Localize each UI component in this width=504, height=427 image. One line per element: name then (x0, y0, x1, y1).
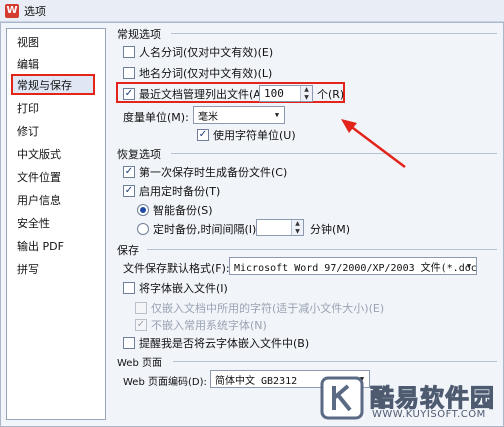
embed-used-chars-row: 仅嵌入文档中所用的字符(适于减小文件大小)(E) (135, 300, 384, 316)
timed-backup-enable-label: 启用定时备份(T) (139, 185, 221, 198)
first-save-backup-checkbox[interactable]: ✓ (123, 166, 135, 178)
app-icon: W (5, 3, 19, 18)
recovery-section-divider (171, 153, 497, 154)
remind-cloud-fonts-row[interactable]: 提醒我是否将云字体嵌入文件中(B) (123, 335, 309, 351)
recent-files-label: 最近文档管理列出文件(A): (139, 88, 269, 101)
chevron-down-icon[interactable]: ▼ (462, 258, 476, 274)
timed-interval-value[interactable] (257, 220, 291, 235)
sidebar-item-revision[interactable]: 修订 (17, 122, 39, 142)
timed-interval-unit: 分钟(M) (310, 223, 351, 236)
timed-interval-radio[interactable] (137, 223, 149, 235)
timed-interval-label: 定时备份,时间间隔(I): (153, 223, 261, 236)
general-section-title: 常规选项 (117, 28, 161, 41)
sidebar-item-print[interactable]: 打印 (17, 99, 39, 119)
watermark-logo: 酷易软件园 WWW.KUYISOFT.COM (320, 372, 504, 427)
recent-files-row[interactable]: ✓ 最近文档管理列出文件(A): (123, 86, 269, 102)
use-char-unit-row[interactable]: ✓ 使用字符单位(U) (197, 127, 296, 143)
use-char-unit-label: 使用字符单位(U) (213, 129, 296, 142)
radio-selected-dot (140, 207, 146, 213)
embed-fonts-label: 将字体嵌入文件(I) (139, 282, 228, 295)
chevron-down-icon[interactable]: ▼ (270, 107, 284, 123)
web-encoding-value: 简体中文 GB2312 (215, 375, 298, 387)
sidebar-item-output-pdf[interactable]: 输出 PDF (17, 237, 64, 257)
no-embed-system-fonts-label: 不嵌入常用系统字体(N) (151, 319, 267, 332)
sidebar-item-security[interactable]: 安全性 (17, 214, 50, 234)
recent-files-checkbox[interactable]: ✓ (123, 88, 135, 100)
use-char-unit-checkbox[interactable]: ✓ (197, 129, 209, 141)
measure-unit-label: 度量单位(M): (123, 111, 189, 124)
place-segmentation-label: 地名分词(仅对中文有效)(L) (139, 67, 273, 80)
red-arrow-annotation (341, 119, 406, 168)
default-format-select[interactable]: Microsoft Word 97/2000/XP/2003 文件(*.doc)… (229, 257, 477, 275)
spin-down-icon[interactable]: ▼ (292, 228, 303, 236)
remind-cloud-fonts-checkbox[interactable] (123, 337, 135, 349)
sidebar-item-general-save[interactable]: 常规与保存 (17, 76, 72, 96)
timed-interval-spin-buttons[interactable]: ▲ ▼ (291, 220, 303, 235)
sidebar-item-file-location[interactable]: 文件位置 (17, 168, 61, 188)
spin-down-icon[interactable]: ▼ (301, 94, 312, 102)
place-segmentation-row[interactable]: 地名分词(仅对中文有效)(L) (123, 65, 272, 81)
first-save-backup-row[interactable]: ✓ 第一次保存时生成备份文件(C) (123, 164, 287, 180)
watermark-url: WWW.KUYISOFT.COM (372, 409, 486, 420)
word-segmentation-label: 人名分词(仅对中文有效)(E) (139, 46, 274, 59)
timed-backup-enable-row[interactable]: ✓ 启用定时备份(T) (123, 183, 220, 199)
options-sidebar: 视图 编辑 常规与保存 打印 修订 中文版式 文件位置 用户信息 安全性 输出 … (6, 28, 106, 420)
web-section-title: Web 页面 (117, 358, 162, 369)
general-section-divider (171, 33, 497, 34)
save-section-divider (147, 249, 497, 250)
embed-fonts-row[interactable]: 将字体嵌入文件(I) (123, 280, 228, 296)
embed-used-chars-label: 仅嵌入文档中所用的字符(适于减小文件大小)(E) (151, 302, 385, 315)
smart-backup-radio[interactable] (137, 204, 149, 216)
recent-files-spinner[interactable]: 100 ▲ ▼ (259, 85, 313, 102)
embed-used-chars-checkbox (135, 302, 147, 314)
timed-interval-row[interactable]: 定时备份,时间间隔(I): (137, 221, 260, 237)
measure-unit-select[interactable]: 毫米 ▼ (193, 106, 285, 124)
recent-files-unit: 个(R) (317, 88, 345, 101)
recovery-section-title: 恢复选项 (117, 148, 161, 161)
embed-fonts-checkbox[interactable] (123, 282, 135, 294)
options-content: 常规选项 人名分词(仅对中文有效)(E) 地名分词(仅对中文有效)(L) ✓ 最… (113, 23, 501, 423)
sidebar-item-user-info[interactable]: 用户信息 (17, 191, 61, 211)
measure-unit-value: 毫米 (198, 111, 218, 123)
web-encoding-label: Web 页面编码(D): (123, 377, 207, 388)
default-format-label: 文件保存默认格式(F): (123, 262, 230, 275)
word-segmentation-checkbox[interactable] (123, 46, 135, 58)
no-embed-system-fonts-row: ✓ 不嵌入常用系统字体(N) (135, 317, 267, 333)
no-embed-system-fonts-checkbox: ✓ (135, 319, 147, 331)
timed-interval-spinner[interactable]: ▲ ▼ (256, 219, 304, 236)
spin-up-icon[interactable]: ▲ (292, 220, 303, 228)
smart-backup-row[interactable]: 智能备份(S) (137, 202, 213, 218)
web-section-divider (173, 361, 497, 362)
save-section-title: 保存 (117, 244, 139, 257)
sidebar-item-chinese-layout[interactable]: 中文版式 (17, 145, 61, 165)
options-dialog: 视图 编辑 常规与保存 打印 修订 中文版式 文件位置 用户信息 安全性 输出 … (0, 22, 504, 427)
first-save-backup-label: 第一次保存时生成备份文件(C) (139, 166, 288, 179)
recent-files-value[interactable]: 100 (260, 86, 300, 101)
title-bar: W 选项 (0, 0, 504, 22)
watermark-brand: 酷易软件园 (370, 384, 495, 413)
recent-files-spin-buttons[interactable]: ▲ ▼ (300, 86, 312, 101)
sidebar-item-edit[interactable]: 编辑 (17, 55, 39, 75)
sidebar-item-view[interactable]: 视图 (17, 33, 39, 53)
sidebar-item-spelling[interactable]: 拼写 (17, 260, 39, 280)
window-title: 选项 (24, 4, 46, 18)
word-segmentation-row[interactable]: 人名分词(仅对中文有效)(E) (123, 44, 273, 60)
smart-backup-label: 智能备份(S) (153, 204, 213, 217)
remind-cloud-fonts-label: 提醒我是否将云字体嵌入文件中(B) (139, 337, 310, 350)
spin-up-icon[interactable]: ▲ (301, 86, 312, 94)
default-format-value: Microsoft Word 97/2000/XP/2003 文件(*.doc) (234, 262, 477, 274)
place-segmentation-checkbox[interactable] (123, 67, 135, 79)
timed-backup-enable-checkbox[interactable]: ✓ (123, 185, 135, 197)
